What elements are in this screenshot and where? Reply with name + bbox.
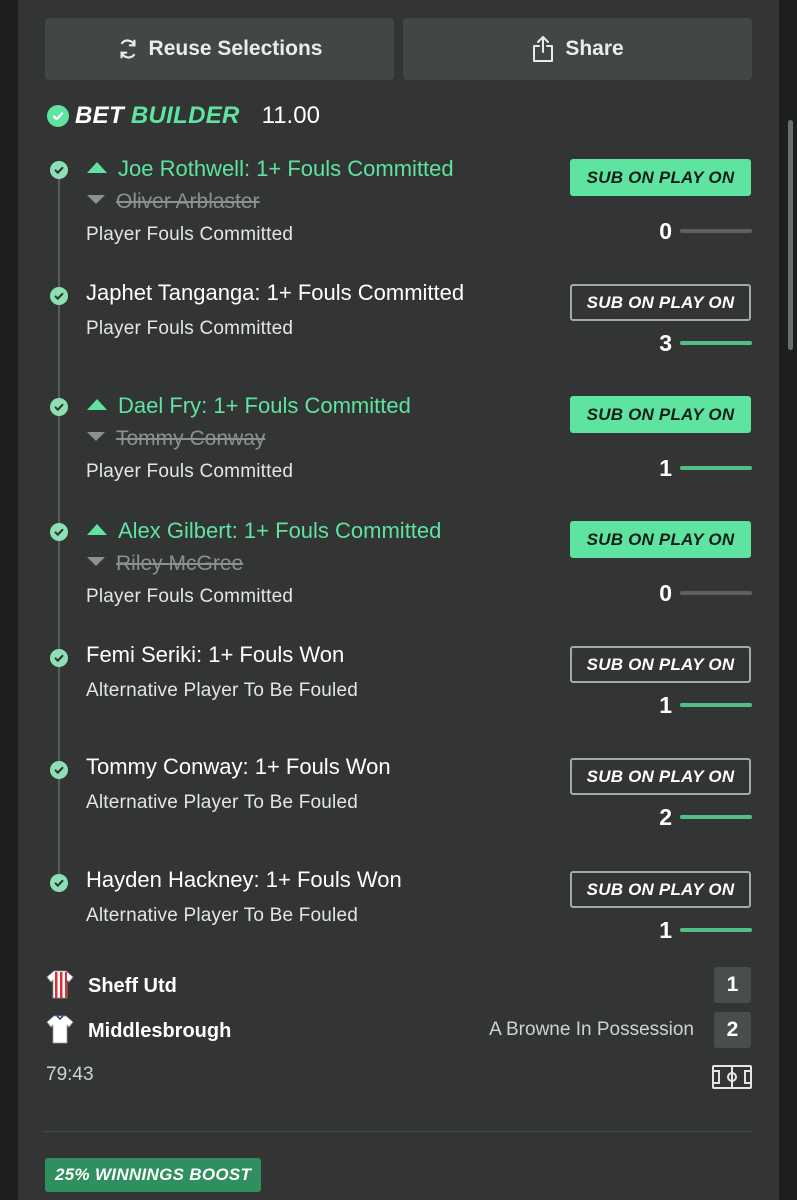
leg-stat: 3 (640, 330, 752, 356)
leg-selection: Dael Fry: 1+ Fouls Committed (86, 391, 411, 419)
home-score: 1 (714, 967, 751, 1003)
away-team: Middlesbrough (46, 1014, 232, 1049)
check-circle-icon (50, 761, 68, 779)
leg-market: Player Fouls Committed (86, 224, 294, 245)
sub-on-play-on-badge: SUB ON PLAY ON (570, 284, 751, 321)
striped-shirt-icon (46, 969, 74, 1004)
sub-on-play-on-badge: SUB ON PLAY ON (570, 159, 751, 196)
leg-stat-value: 1 (659, 917, 672, 943)
section-divider (45, 1131, 752, 1132)
leg-selection-text: Alex Gilbert: 1+ Fouls Committed (118, 518, 442, 543)
sub-on-play-on-badge: SUB ON PLAY ON (570, 396, 751, 433)
leg-selection: Tommy Conway: 1+ Fouls Won (86, 754, 391, 779)
home-team: Sheff Utd (46, 969, 177, 1004)
leg-stat: 0 (640, 580, 752, 606)
leg-market: Player Fouls Committed (86, 318, 294, 339)
leg-market: Alternative Player To Be Fouled (86, 680, 358, 701)
sub-on-play-on-badge: SUB ON PLAY ON (570, 758, 751, 795)
sub-on-play-on-badge: SUB ON PLAY ON (570, 521, 751, 558)
leg-stat: 1 (640, 455, 752, 481)
away-team-name: Middlesbrough (88, 1019, 232, 1042)
leg-market: Alternative Player To Be Fouled (86, 905, 358, 926)
leg-progress-bar (680, 928, 752, 932)
arrow-down-icon (86, 549, 106, 573)
check-circle-icon (50, 398, 68, 416)
away-score: 2 (714, 1012, 751, 1048)
bet-builder-title: BET BUILDER (75, 102, 240, 130)
bet-builder-title-bet: BET (75, 102, 124, 129)
leg-selection: Hayden Hackney: 1+ Fouls Won (86, 867, 402, 892)
arrow-down-icon (86, 187, 106, 211)
home-team-name: Sheff Utd (88, 974, 177, 997)
bet-builder-title-builder: BUILDER (130, 102, 240, 129)
leg-selection: Joe Rothwell: 1+ Fouls Committed (86, 154, 454, 182)
leg-stat-value: 3 (659, 330, 672, 356)
share-button[interactable]: Share (403, 18, 752, 80)
leg-stat: 2 (640, 804, 752, 830)
leg-selection-text: Joe Rothwell: 1+ Fouls Committed (118, 156, 454, 181)
arrow-up-icon (86, 516, 108, 542)
leg-stat-value: 0 (659, 580, 672, 606)
check-circle-icon (50, 649, 68, 667)
leg-replaced-player: Tommy Conway (86, 424, 265, 451)
leg-stat-value: 0 (659, 218, 672, 244)
leg-selection-text: Dael Fry: 1+ Fouls Committed (118, 393, 411, 418)
leg-progress-bar (680, 591, 752, 595)
leg-stat-value: 2 (659, 804, 672, 830)
bet-builder-odds: 11.00 (261, 102, 320, 129)
leg-stat: 0 (640, 218, 752, 244)
check-circle-icon (50, 287, 68, 305)
scrollbar[interactable] (788, 120, 793, 350)
leg-market: Alternative Player To Be Fouled (86, 792, 358, 813)
leg-stat: 1 (640, 692, 752, 718)
leg-stat-value: 1 (659, 692, 672, 718)
leg-stat-value: 1 (659, 455, 672, 481)
leg-progress-bar (680, 341, 752, 345)
check-circle-icon (50, 874, 68, 892)
match-clock: 79:43 (46, 1064, 94, 1085)
leg-replaced-player: Oliver Arblaster (86, 187, 260, 214)
leg-selection: Alex Gilbert: 1+ Fouls Committed (86, 516, 441, 544)
leg-progress-bar (680, 703, 752, 707)
share-label: Share (565, 37, 624, 60)
sub-on-play-on-badge: SUB ON PLAY ON (570, 646, 751, 683)
reuse-selections-button[interactable]: Reuse Selections (45, 18, 394, 80)
arrow-up-icon (86, 391, 108, 417)
leg-selection: Japhet Tanganga: 1+ Fouls Committed (86, 280, 465, 305)
sub-on-play-on-badge: SUB ON PLAY ON (570, 871, 751, 908)
leg-progress-bar (680, 229, 752, 233)
reuse-selections-label: Reuse Selections (148, 37, 323, 60)
leg-replaced-text: Riley McGree (116, 552, 244, 575)
leg-replaced-text: Oliver Arblaster (116, 190, 260, 213)
bet-builder-header: BET BUILDER 11.00 (47, 100, 320, 132)
leg-replaced-text: Tommy Conway (116, 427, 266, 450)
leg-market: Player Fouls Committed (86, 461, 294, 482)
check-circle-icon (47, 105, 69, 127)
share-icon (531, 36, 555, 62)
possession-status: A Browne In Possession (489, 1019, 694, 1040)
leg-progress-bar (680, 466, 752, 470)
check-circle-icon (50, 523, 68, 541)
leg-progress-bar (680, 815, 752, 819)
check-circle-icon (50, 161, 68, 179)
pitch-icon[interactable] (712, 1065, 752, 1094)
leg-stat: 1 (640, 917, 752, 943)
arrow-down-icon (86, 424, 106, 448)
arrow-up-icon (86, 154, 108, 180)
winnings-boost-badge: 25% WINNINGS BOOST (45, 1158, 262, 1192)
leg-market: Player Fouls Committed (86, 586, 294, 607)
white-shirt-icon (46, 1014, 74, 1049)
leg-selection: Femi Seriki: 1+ Fouls Won (86, 642, 345, 667)
refresh-icon (117, 38, 139, 60)
leg-replaced-player: Riley McGree (86, 549, 243, 576)
